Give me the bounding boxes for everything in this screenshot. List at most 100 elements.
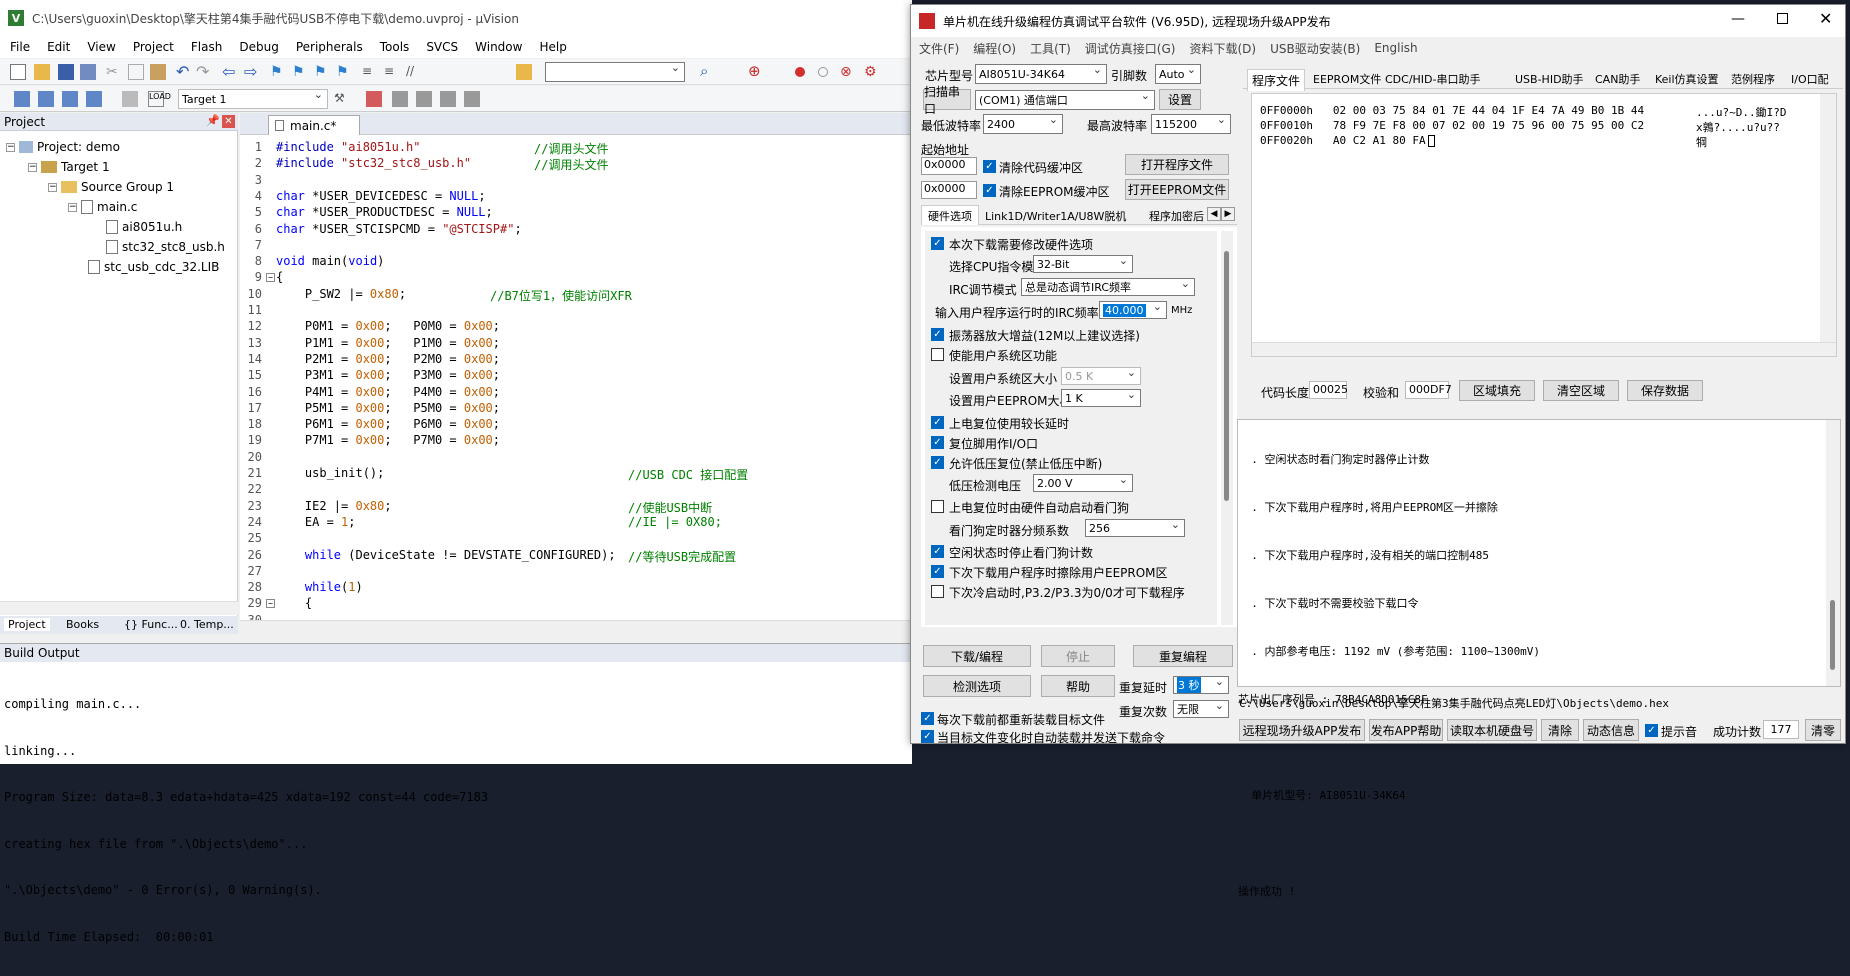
stop-build-icon[interactable] [122,91,138,107]
kill-breakpoints-icon[interactable]: ⊗ [840,64,856,80]
code-line[interactable]: 19 P7M1 = 0x00; P7M0 = 0x00; [240,433,910,449]
erase-eeprom-checkbox[interactable]: ✓ [931,565,944,578]
code-line[interactable]: 24 EA = 1; //IE |= 0X80; [240,515,910,531]
isp-menu-program[interactable]: 编程(O) [973,40,1016,57]
tab-project[interactable]: Project [4,618,50,631]
open-eeprom-button[interactable]: 打开EEPROM文件 [1125,179,1229,200]
port-settings-button[interactable]: 设置 [1159,89,1201,110]
tree-item-project[interactable]: − Project: demo [6,140,120,154]
breakpoint-icon[interactable] [795,67,805,77]
tab-encrypt[interactable]: 程序加密后 [1149,208,1204,224]
code-line[interactable]: 27 [240,564,910,580]
fill-area-button[interactable]: 区域填充 [1459,380,1535,401]
read-disk-button[interactable]: 读取本机硬盘号 [1447,719,1537,741]
new-file-icon[interactable] [10,64,26,80]
code-line[interactable]: 1 #include "ai8051u.h" //调用头文件 [240,140,910,156]
tree-item-ai8051u-h[interactable]: ai8051u.h [106,220,182,234]
code-line[interactable]: 4 char *USER_DEVICEDESC = NULL; [240,189,910,205]
code-line[interactable]: 10 P_SW2 |= 0x80; //B7位写1，使能访问XFR [240,287,910,303]
back-icon[interactable]: ⇦ [222,62,238,81]
menu-file[interactable]: File [10,40,30,54]
code-line[interactable]: 7 [240,238,910,254]
tab-templates[interactable]: 0. Temp... [180,618,234,631]
code-line[interactable]: 28 while(1) [240,580,910,596]
wdt-div-select[interactable]: 256 [1085,518,1185,537]
tab-can[interactable]: CAN助手 [1595,71,1640,87]
code-line[interactable]: 16 P4M1 = 0x00; P4M0 = 0x00; [240,385,910,401]
code-line[interactable]: 5 char *USER_PRODUCTDESC = NULL; [240,205,910,221]
long-reset-checkbox[interactable]: ✓ [931,416,944,429]
bookmark-next-icon[interactable]: ⚑ [314,64,330,80]
rte-icon[interactable] [416,91,432,107]
manage-components-icon[interactable] [366,91,382,107]
tab-keil[interactable]: Keil仿真设置 [1655,71,1719,87]
collapse-icon[interactable]: − [68,202,77,212]
maximize-icon[interactable] [1777,13,1788,24]
batch-build-icon[interactable] [86,91,102,107]
open-folder-icon[interactable] [34,64,50,80]
code-view[interactable]: 1 #include "ai8051u.h" //调用头文件 2 #include "s… [240,140,912,627]
menu-edit[interactable]: Edit [47,40,70,54]
target-options-icon[interactable]: ⚒ [334,91,350,107]
tab-next-icon[interactable]: ▶ [1221,207,1235,221]
addr2-input[interactable]: 0x0000 [921,181,977,199]
clear-area-button[interactable]: 清空区域 [1543,380,1619,401]
menu-flash[interactable]: Flash [191,40,222,54]
osc-gain-checkbox[interactable]: ✓ [931,328,944,341]
code-line[interactable]: 12 P0M1 = 0x00; P0M0 = 0x00; [240,319,910,335]
min-baud-select[interactable]: 2400 [983,113,1063,134]
tab-hw-options[interactable]: 硬件选项 [921,205,979,225]
cold-boot-checkbox[interactable] [931,585,944,598]
paste-icon[interactable] [150,64,166,80]
eeprom-size-select[interactable]: 1 K [1061,388,1141,407]
rebuild-icon[interactable] [62,91,78,107]
collapse-icon[interactable]: − [28,162,37,172]
isp-menu-download[interactable]: 资料下载(D) [1189,40,1256,57]
scan-port-button[interactable]: 扫描串口 [923,85,971,116]
clear-code-checkbox[interactable]: ✓ [983,160,996,173]
tab-functions[interactable]: {} Func... [124,618,178,631]
user-sys-checkbox[interactable] [931,348,944,361]
addr1-input[interactable]: 0x0000 [921,157,977,175]
tab-program-file[interactable]: 程序文件 [1247,69,1306,91]
tab-link1d[interactable]: Link1D/Writer1A/U8W脱机 [985,208,1126,224]
detect-options-button[interactable]: 检测选项 [923,675,1031,697]
beep-checkbox[interactable]: ✓ [1645,724,1658,737]
isp-menu-debug[interactable]: 调试仿真接口(G) [1085,40,1176,57]
configure-icon[interactable]: ⚙ [864,64,880,80]
code-line[interactable]: 2 #include "stc32_stc8_usb.h" //调用头文件 [240,156,910,172]
code-line[interactable]: 11 [240,303,910,319]
code-line[interactable]: 25 [240,531,910,547]
software-packs-icon[interactable] [464,91,480,107]
isp-menu-file[interactable]: 文件(F) [919,40,959,57]
target-select[interactable]: Target 1 [178,88,328,109]
pin-icon[interactable]: 📌 [206,114,220,127]
editor-hscroll[interactable] [240,620,912,633]
code-line[interactable]: 8 void main(void) [240,254,910,270]
isp-menu-usb[interactable]: USB驱动安装(B) [1270,40,1360,57]
menu-project[interactable]: Project [133,40,174,54]
find-icon[interactable]: ⌕ [700,62,716,80]
irc-mode-select[interactable]: 总是动态调节IRC频率 [1021,277,1195,296]
menu-help[interactable]: Help [539,40,566,54]
code-line[interactable]: 21 usb_init(); //USB CDC 接口配置 [240,466,910,482]
redo-icon[interactable]: ↷ [196,62,212,81]
select-packs-icon[interactable] [392,91,408,107]
log-view[interactable]: . 空闲状态时看门狗定时器停止计数 . 下次下载用户程序时,将用户EEPROM区… [1237,419,1841,898]
reload-each-checkbox[interactable]: ✓ [921,712,934,725]
tab-books[interactable]: Books [66,618,99,631]
clear-log-button[interactable]: 清除 [1541,719,1579,741]
max-baud-select[interactable]: 115200 [1151,113,1231,134]
tab-cdc[interactable]: CDC/HID-串口助手 [1385,71,1481,87]
lvd-select[interactable]: 2.00 V [1033,473,1133,492]
fold-marker-icon[interactable]: − [266,273,275,283]
freq-input[interactable]: 40.000 [1099,300,1167,319]
save-all-icon[interactable] [80,64,96,80]
hex-hscroll[interactable] [1252,342,1836,356]
bookmark-prev-icon[interactable]: ⚑ [292,64,308,80]
cpu-mode-select[interactable]: 32-Bit [1033,254,1133,273]
tab-io[interactable]: I/O口配 [1791,71,1829,87]
build-icon[interactable] [38,91,54,107]
save-data-button[interactable]: 保存数据 [1627,380,1703,401]
pack-installer-icon[interactable] [440,91,456,107]
